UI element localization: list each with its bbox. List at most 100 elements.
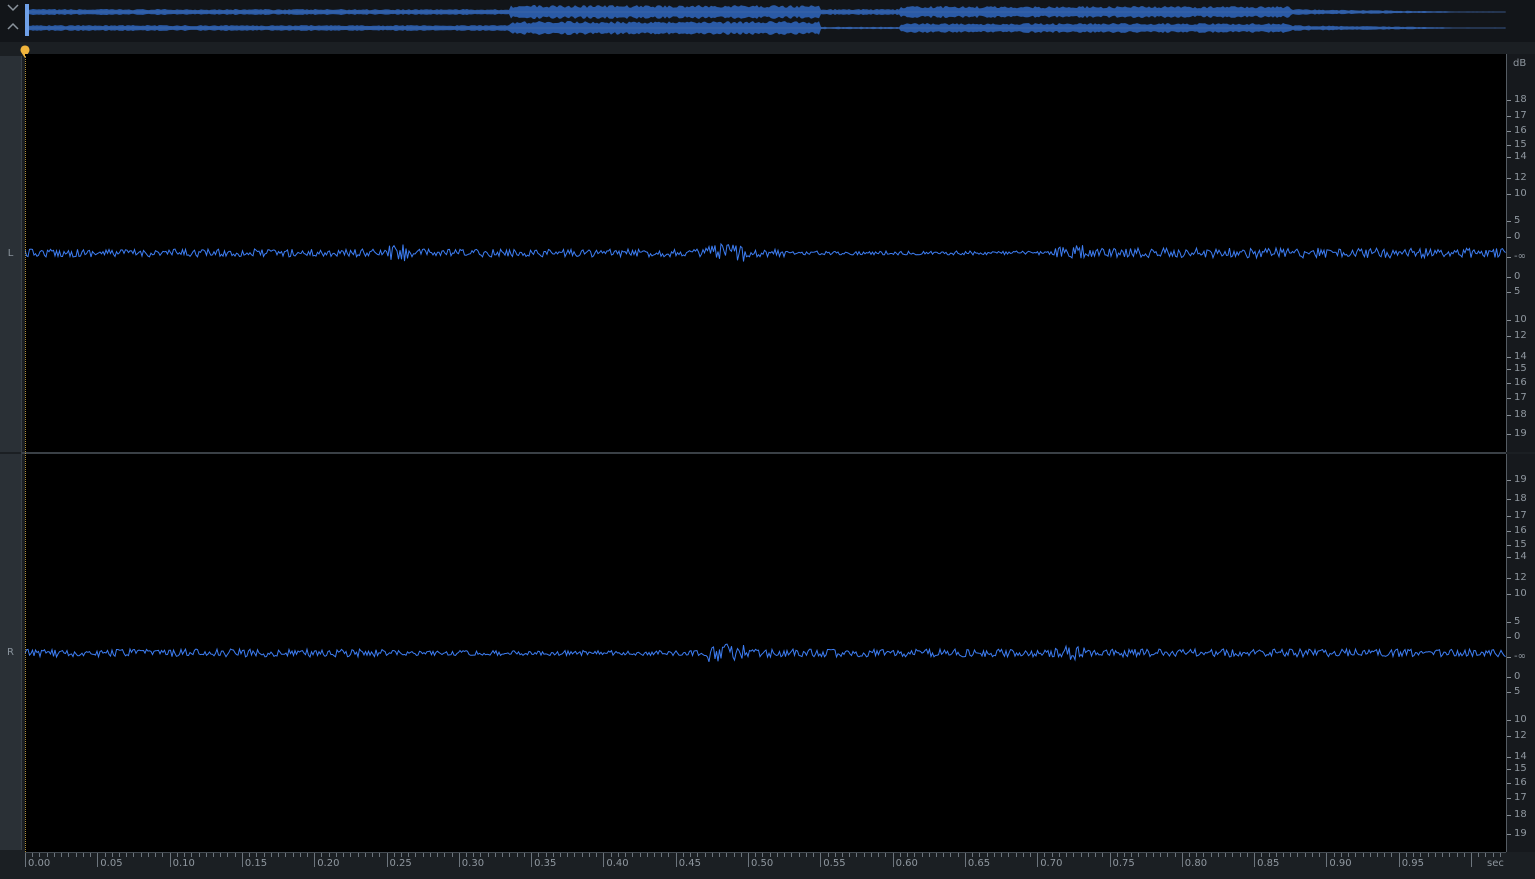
- time-label: 0.75: [1112, 858, 1135, 869]
- time-label: 0.25: [389, 858, 412, 869]
- time-minor-tick: [878, 853, 880, 857]
- time-minor-tick: [979, 853, 981, 857]
- db-label: 18: [1514, 493, 1527, 504]
- time-label: 0.90: [1329, 858, 1352, 869]
- time-minor-tick: [118, 853, 120, 857]
- time-minor-tick: [335, 853, 337, 857]
- time-minor-tick: [1405, 853, 1407, 857]
- time-minor-tick: [1442, 853, 1444, 857]
- time-minor-tick: [560, 853, 562, 857]
- time-minor-tick: [212, 853, 214, 857]
- db-tick: [1507, 157, 1511, 158]
- time-minor-tick: [972, 853, 974, 857]
- time-minor-tick: [1333, 853, 1335, 857]
- time-minor-tick: [1029, 853, 1031, 857]
- time-minor-tick: [1499, 853, 1501, 857]
- time-minor-tick: [885, 853, 887, 857]
- time-ruler[interactable]: sec 0.00 0.05 0.10 0.15 0.20 0.25 0.30 0.35 0.40…: [25, 852, 1506, 879]
- db-label: -∞: [1514, 651, 1526, 662]
- time-major-tick: [386, 853, 388, 867]
- time-minor-tick: [39, 853, 41, 857]
- time-minor-tick: [617, 853, 619, 857]
- time-label: 0.70: [1040, 858, 1063, 869]
- db-label: -∞: [1514, 251, 1526, 262]
- time-minor-tick: [176, 853, 178, 857]
- db-tick: [1507, 320, 1511, 321]
- time-minor-tick: [75, 853, 77, 857]
- db-tick: [1507, 531, 1511, 532]
- time-minor-tick: [1051, 853, 1053, 857]
- time-minor-tick: [1066, 853, 1068, 857]
- db-label: 10: [1514, 314, 1527, 325]
- time-minor-tick: [697, 853, 699, 857]
- time-label: 0.15: [244, 858, 268, 869]
- overview-strip[interactable]: [0, 0, 1535, 42]
- time-minor-tick: [451, 853, 453, 857]
- db-label: 0: [1514, 271, 1521, 282]
- time-label: 0.65: [967, 858, 991, 869]
- db-label: 0: [1514, 231, 1521, 242]
- db-label: 17: [1514, 510, 1527, 521]
- time-minor-tick: [46, 853, 48, 857]
- time-minor-tick: [1413, 853, 1415, 857]
- time-minor-tick: [53, 853, 55, 857]
- time-minor-tick: [1131, 853, 1133, 857]
- waveform-right[interactable]: [25, 454, 1506, 852]
- time-minor-tick: [632, 853, 634, 857]
- db-label: 0: [1514, 671, 1521, 682]
- time-minor-tick: [538, 853, 540, 857]
- time-major-tick: [97, 853, 99, 867]
- time-label: 0.35: [534, 858, 557, 869]
- time-minor-tick: [429, 853, 431, 857]
- db-tick: [1507, 336, 1511, 337]
- time-major-tick: [1254, 853, 1256, 867]
- time-minor-tick: [292, 853, 294, 857]
- db-tick: [1507, 237, 1511, 238]
- time-minor-tick: [191, 853, 193, 857]
- channel-label-left: L: [7, 248, 14, 259]
- overview-waveform[interactable]: [0, 0, 1535, 42]
- time-minor-tick: [769, 853, 771, 857]
- time-minor-tick: [986, 853, 988, 857]
- db-label: 16: [1514, 377, 1527, 388]
- time-minor-tick: [588, 853, 590, 857]
- db-scale-right: 19 18 17 16 15 14 12 10 5 0 -∞ 0 5 10 12 14 15 16 17 18 19: [1506, 454, 1535, 852]
- waveform-left[interactable]: [25, 54, 1506, 452]
- time-minor-tick: [1434, 853, 1436, 857]
- time-minor-tick: [1022, 853, 1024, 857]
- db-tick: [1507, 769, 1511, 770]
- time-minor-tick: [1044, 853, 1046, 857]
- time-minor-tick: [1463, 853, 1465, 857]
- time-minor-tick: [205, 853, 207, 857]
- time-minor-tick: [1174, 853, 1176, 857]
- time-minor-tick: [343, 853, 345, 857]
- time-minor-tick: [646, 853, 648, 857]
- time-minor-tick: [1355, 853, 1357, 857]
- time-minor-tick: [1152, 853, 1154, 857]
- time-minor-tick: [494, 853, 496, 857]
- timeline-strip[interactable]: [0, 42, 1535, 54]
- time-major-tick: [892, 853, 894, 867]
- overview-viewport-handle[interactable]: [25, 4, 29, 36]
- db-tick: [1507, 783, 1511, 784]
- time-minor-tick: [935, 853, 937, 857]
- time-label: 0.30: [461, 858, 485, 869]
- time-minor-tick: [863, 853, 865, 857]
- time-minor-tick: [422, 853, 424, 857]
- time-minor-tick: [1485, 853, 1487, 857]
- time-minor-tick: [256, 853, 258, 857]
- time-minor-tick: [198, 853, 200, 857]
- db-tick: [1507, 415, 1511, 416]
- db-label: 14: [1514, 751, 1527, 762]
- time-major-tick: [964, 853, 966, 867]
- time-minor-tick: [1167, 853, 1169, 857]
- time-minor-tick: [372, 853, 374, 857]
- db-tick: [1507, 499, 1511, 500]
- db-tick: [1507, 145, 1511, 146]
- db-tick: [1507, 677, 1511, 678]
- time-major-tick: [314, 853, 316, 867]
- db-tick: [1507, 578, 1511, 579]
- db-label: 5: [1514, 286, 1521, 297]
- time-minor-tick: [234, 853, 236, 857]
- db-tick: [1507, 834, 1511, 835]
